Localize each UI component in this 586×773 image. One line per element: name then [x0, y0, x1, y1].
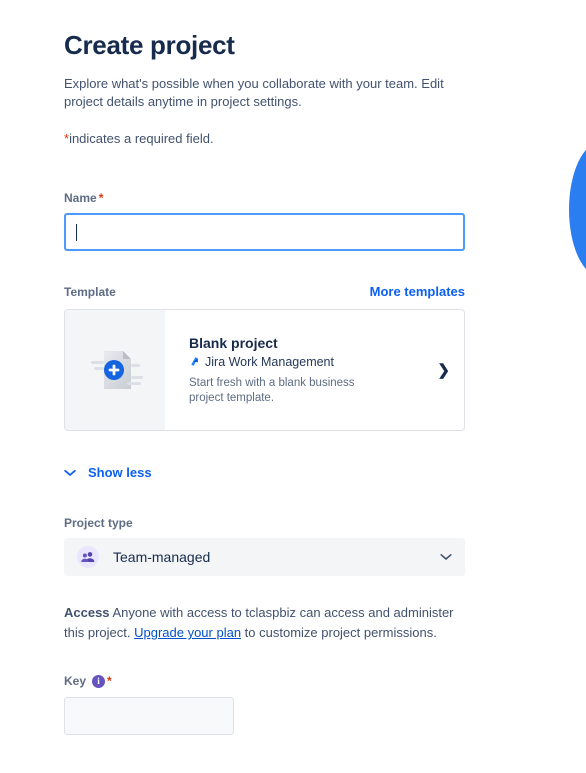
name-label-text: Name — [64, 191, 97, 205]
chevron-down-icon — [64, 469, 76, 476]
project-type-value: Team-managed — [113, 549, 211, 565]
blank-document-plus-icon — [91, 351, 143, 389]
name-input[interactable] — [64, 213, 465, 251]
upgrade-plan-link[interactable]: Upgrade your plan — [134, 625, 241, 640]
key-required-asterisk: * — [107, 674, 112, 688]
jira-logo-icon — [191, 357, 198, 366]
page-intro-text: Explore what's possible when you collabo… — [64, 76, 444, 109]
access-title: Access — [64, 605, 110, 620]
template-card-description: Start fresh with a blank business projec… — [189, 376, 355, 404]
page-title: Create project — [64, 30, 235, 60]
project-type-label-text: Project type — [64, 516, 133, 530]
team-people-icon — [77, 546, 99, 568]
decorative-blue-shape — [569, 142, 586, 277]
project-type-group: Project type Team-managed — [64, 516, 465, 576]
info-icon[interactable]: i — [92, 674, 106, 688]
name-field-group: Name * — [64, 191, 465, 251]
required-note-text: indicates a required field. — [69, 131, 214, 146]
show-less-label: Show less — [88, 465, 152, 480]
required-field-note: *indicates a required field. — [64, 130, 465, 148]
text-caret — [76, 223, 77, 241]
template-card-product: Jira Work Management — [189, 355, 431, 369]
form-content: Create project Explore what's possible w… — [64, 0, 465, 735]
project-type-label: Project type — [64, 516, 465, 530]
template-card-product-label: Jira Work Management — [205, 354, 334, 369]
key-field-group: Key i * — [64, 674, 465, 735]
name-required-asterisk: * — [98, 191, 104, 205]
show-less-toggle[interactable]: Show less — [64, 465, 152, 480]
template-thumbnail — [65, 310, 165, 430]
template-label-text: Template — [64, 285, 116, 299]
template-card-text: Blank project Jira Work Management Start… — [189, 335, 431, 406]
template-card-body: Blank project Jira Work Management Start… — [165, 310, 464, 430]
access-description: Access Anyone with access to tclaspbiz c… — [64, 603, 456, 643]
key-label-text: Key — [64, 674, 87, 688]
key-input[interactable] — [64, 697, 234, 735]
template-card-blank-project[interactable]: Blank project Jira Work Management Start… — [64, 309, 465, 431]
access-text-after-link: to customize project permissions. — [241, 625, 437, 640]
more-templates-link[interactable]: More templates — [370, 284, 465, 299]
template-section-header: Template More templates — [64, 284, 465, 299]
name-label: Name * — [64, 191, 465, 205]
project-type-select[interactable]: Team-managed — [64, 538, 465, 576]
template-label: Template — [64, 285, 116, 299]
key-label: Key i * — [64, 674, 465, 688]
chevron-down-icon[interactable] — [440, 553, 452, 561]
template-card-title: Blank project — [189, 334, 278, 351]
chevron-right-icon[interactable]: ❯ — [431, 363, 450, 378]
